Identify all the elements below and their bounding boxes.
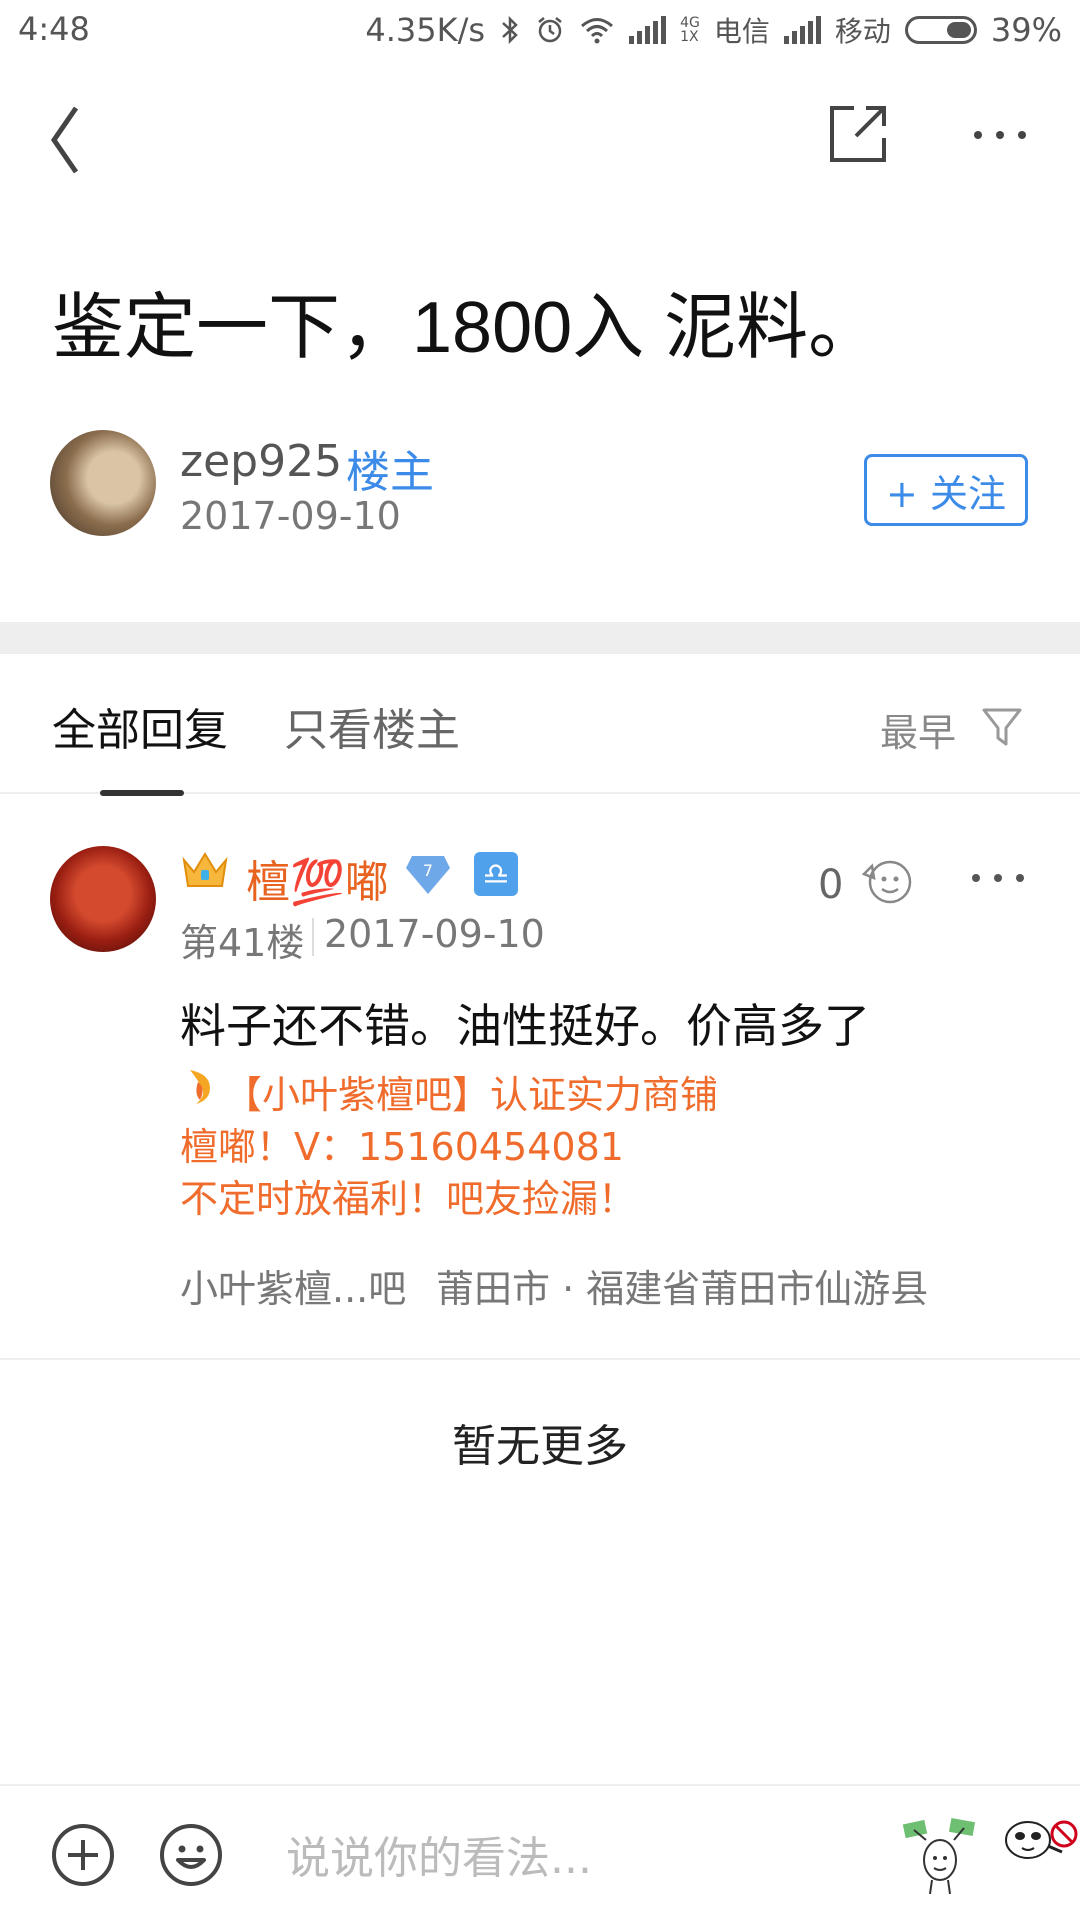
alarm-icon	[538, 17, 562, 43]
reply-user-name[interactable]: 檀💯嘟	[246, 846, 389, 910]
reply-user-avatar[interactable]	[50, 846, 156, 952]
meme-sticker-icon[interactable]	[900, 1816, 980, 1896]
reply-forum-source[interactable]: 小叶紫檀...吧	[180, 1258, 406, 1313]
signature-line-3: 不定时放福利！吧友捡漏！	[180, 1177, 637, 1221]
carrier-2: 移动	[834, 15, 891, 48]
level-diamond-icon: 7	[406, 856, 450, 894]
signature-line-2: 檀嘟！V：15160454081	[180, 1125, 624, 1169]
add-attachment-icon[interactable]	[50, 1822, 116, 1888]
crown-icon	[182, 852, 228, 887]
tab-owner-only[interactable]: 只看楼主	[284, 694, 460, 758]
tail-flame-icon	[190, 1070, 210, 1104]
network-type-badge: 4G 1X	[680, 16, 700, 44]
signal-icon-2	[783, 16, 821, 44]
network-speed: 4.35K/s	[365, 11, 486, 49]
wifi-icon	[581, 18, 614, 44]
filter-icon[interactable]	[980, 704, 1024, 748]
tab-active-indicator	[100, 790, 184, 796]
owner-tag: 楼主	[346, 447, 434, 498]
more-dots-icon[interactable]	[970, 120, 1030, 150]
author-name[interactable]: zep925	[180, 436, 342, 487]
status-time: 4:48	[18, 10, 90, 48]
battery-percent: 39%	[990, 11, 1062, 49]
emoji-smile-icon[interactable]	[158, 1822, 224, 1888]
author-avatar[interactable]	[50, 430, 156, 536]
network-type-bottom: 1X	[680, 29, 699, 45]
reply-content: 料子还不错。油性挺好。价高多了	[180, 999, 870, 1053]
reply-more-dots-icon[interactable]	[970, 868, 1026, 888]
network-type-top: 4G	[680, 15, 700, 31]
chevron-left-icon[interactable]	[40, 100, 100, 180]
signature-line-1[interactable]: 【小叶紫檀吧】认证实力商铺	[224, 1064, 718, 1119]
reply-date: 2017-09-10	[324, 912, 545, 956]
like-thumb-icon[interactable]	[860, 852, 916, 908]
status-bar: 4:48 4.35K/s 4G 1X 电信 移动 39%	[0, 0, 1080, 62]
no-more-indicator: 暂无更多	[452, 1421, 628, 1472]
zodiac-libra-icon: ♎	[474, 852, 518, 896]
share-external-icon[interactable]	[826, 100, 892, 166]
follow-button[interactable]: + 关注	[864, 454, 1028, 526]
battery-icon	[904, 16, 977, 44]
meta-separator	[312, 918, 314, 956]
post-date: 2017-09-10	[180, 494, 401, 538]
level-number: 7	[423, 861, 433, 880]
panda-sticker-icon[interactable]	[1000, 1806, 1078, 1886]
comment-bar	[0, 1784, 1080, 1920]
reply-tabs: 全部回复 只看楼主 最早	[0, 654, 1080, 796]
signal-icon-1	[629, 16, 667, 44]
section-divider	[0, 622, 1080, 654]
reply-divider	[0, 1358, 1080, 1360]
reply-location: 莆田市 · 福建省莆田市仙游县	[436, 1267, 929, 1311]
tab-all-replies[interactable]: 全部回复	[52, 694, 228, 758]
like-count: 0	[818, 862, 844, 908]
post-title: 鉴定一下，1800入 泥料。	[52, 288, 881, 368]
carrier-1: 电信	[713, 15, 770, 48]
comment-input[interactable]	[286, 1830, 866, 1886]
sort-order-button[interactable]: 最早	[880, 702, 956, 757]
bluetooth-icon	[502, 15, 518, 45]
floor-number: 第41楼	[180, 921, 305, 965]
